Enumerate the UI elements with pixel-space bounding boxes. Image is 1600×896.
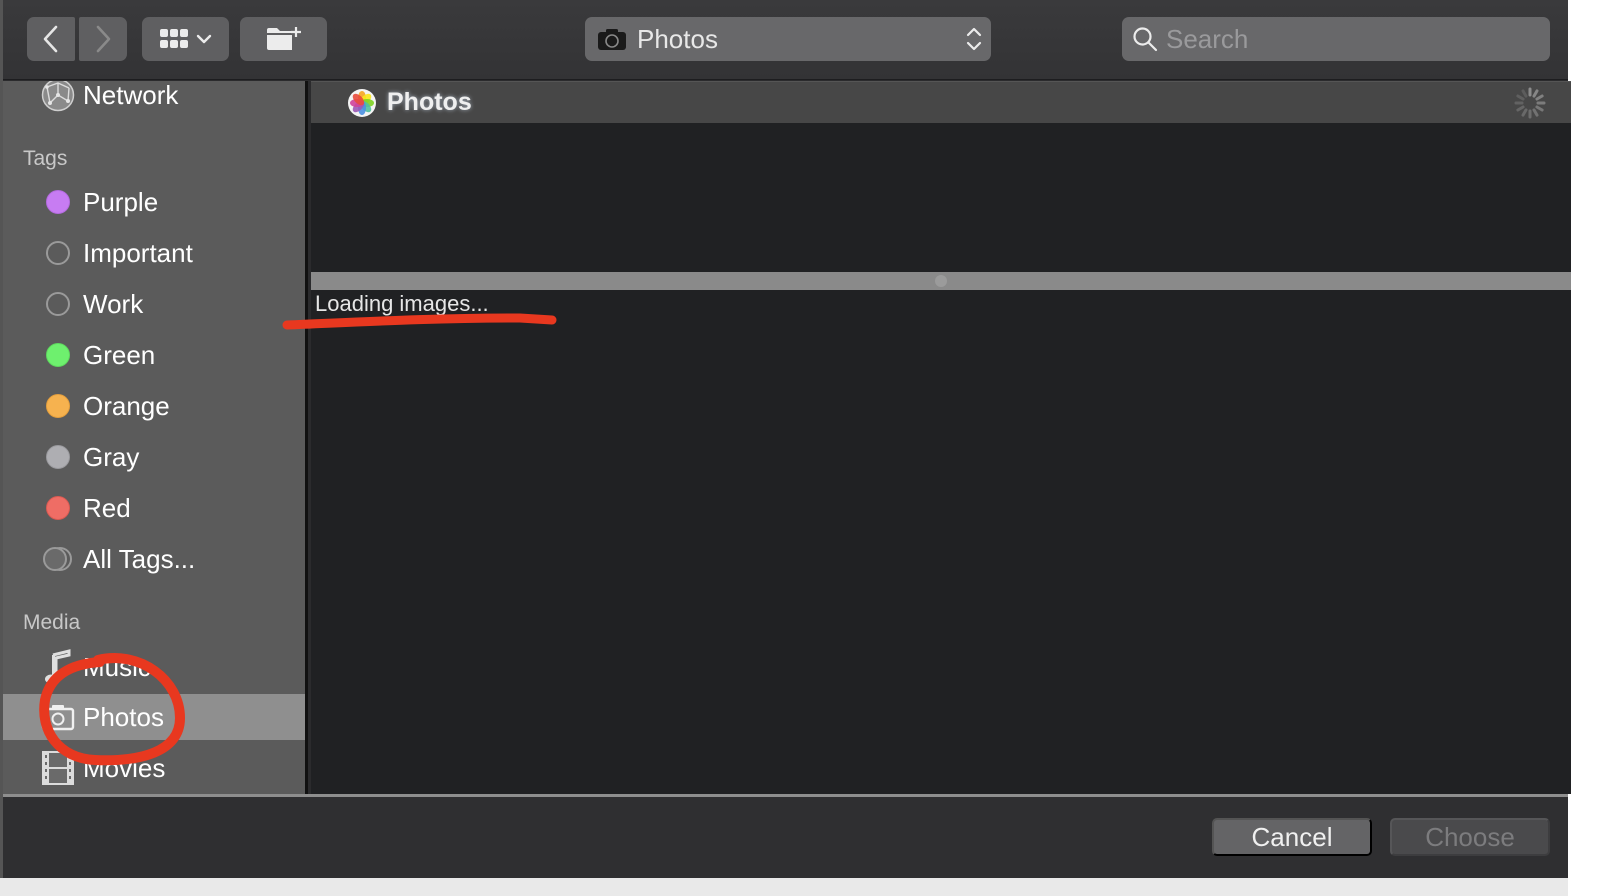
sidebar-tag-work[interactable]: Work: [3, 281, 305, 327]
media-section-header: Media: [23, 611, 81, 634]
sidebar-media-movies[interactable]: Movies: [3, 745, 305, 791]
loading-spinner-icon: [1514, 87, 1546, 119]
chevron-left-icon: [43, 25, 58, 53]
location-dropdown[interactable]: Photos: [585, 17, 991, 61]
sidebar-item-label: All Tags...: [83, 543, 196, 574]
background-window-strip: [0, 878, 1568, 896]
loading-status-text: Loading images...: [315, 291, 489, 316]
sidebar-item-network[interactable]: Network: [3, 81, 305, 118]
sidebar-item-label: Important: [83, 237, 193, 268]
file-chooser-dialog: Photos Network Tags Purple Important: [0, 0, 1571, 878]
search-field[interactable]: [1122, 17, 1550, 61]
chevron-down-icon: [196, 34, 211, 44]
sidebar-item-label: Movies: [83, 752, 166, 783]
search-input[interactable]: [1166, 23, 1526, 55]
sidebar-tag-gray[interactable]: Gray: [3, 434, 305, 480]
sidebar-item-label: Purple: [83, 186, 159, 217]
camera-icon: [41, 700, 75, 734]
up-down-chevron-icon: [966, 27, 982, 51]
photos-app-icon: [348, 89, 376, 117]
location-label: Photos: [637, 23, 718, 54]
tag-color-dot-icon: [46, 394, 70, 418]
view-options-button[interactable]: [142, 17, 229, 61]
search-icon: [1133, 27, 1158, 52]
splitter-grip-handle[interactable]: [935, 275, 947, 287]
sidebar-item-label: Orange: [83, 390, 170, 421]
sidebar-media-music[interactable]: Music: [3, 644, 305, 690]
network-globe-icon: [41, 81, 75, 112]
toolbar: Photos: [3, 0, 1568, 80]
sidebar: Network Tags Purple Important Work Green…: [3, 81, 308, 794]
new-folder-icon: [266, 27, 301, 50]
dialog-footer: Cancel Choose: [3, 794, 1568, 878]
choose-button[interactable]: Choose: [1390, 818, 1550, 856]
sidebar-tag-purple[interactable]: Purple: [3, 179, 305, 225]
sidebar-item-label: Red: [83, 492, 131, 523]
music-note-icon: [41, 649, 75, 684]
sidebar-item-label: Music: [83, 651, 151, 682]
content-header: Photos: [311, 81, 1571, 123]
tag-color-dot-icon: [46, 190, 70, 214]
sidebar-media-photos[interactable]: Photos: [3, 694, 305, 740]
sidebar-item-label: Gray: [83, 441, 140, 472]
sidebar-tag-orange[interactable]: Orange: [3, 383, 305, 429]
sidebar-item-label: Photos: [83, 701, 164, 732]
tag-empty-circle-icon: [46, 241, 70, 265]
sidebar-item-label: Network: [83, 81, 179, 110]
forward-button[interactable]: [79, 17, 127, 61]
new-folder-button[interactable]: [240, 17, 327, 61]
tag-color-dot-icon: [46, 445, 70, 469]
tags-section-header: Tags: [23, 147, 68, 170]
chevron-right-icon: [96, 25, 111, 53]
sidebar-tag-important[interactable]: Important: [3, 230, 305, 276]
camera-icon: [598, 29, 626, 50]
sidebar-all-tags[interactable]: All Tags...: [3, 536, 305, 582]
content-header-title: Photos: [387, 88, 472, 116]
content-pane: Photos Loading images...: [311, 81, 1571, 794]
sidebar-item-label: Work: [83, 288, 144, 319]
cancel-button[interactable]: Cancel: [1212, 818, 1372, 856]
tag-color-dot-icon: [46, 496, 70, 520]
tag-empty-circle-icon: [46, 292, 70, 316]
all-tags-icon: [41, 542, 75, 576]
film-icon: [41, 751, 75, 785]
sidebar-item-label: Green: [83, 339, 156, 370]
tag-color-dot-icon: [46, 343, 70, 367]
pane-splitter[interactable]: [311, 272, 1571, 290]
grid-view-icon: [159, 29, 188, 48]
sidebar-tag-green[interactable]: Green: [3, 332, 305, 378]
sidebar-tag-red[interactable]: Red: [3, 485, 305, 531]
back-button[interactable]: [27, 17, 75, 61]
